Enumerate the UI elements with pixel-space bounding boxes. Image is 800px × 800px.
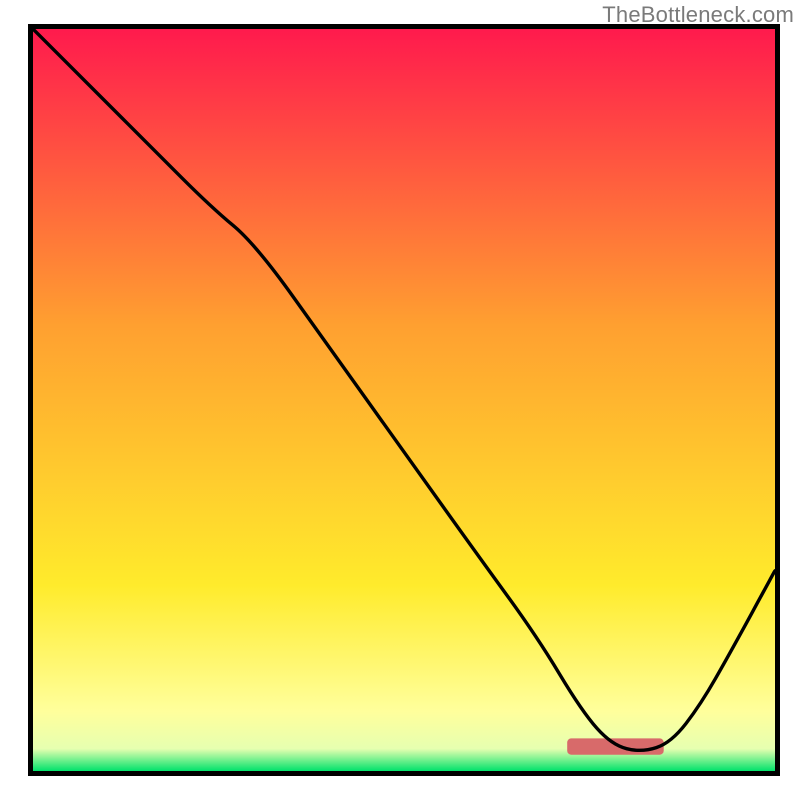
chart-frame: TheBottleneck.com [0,0,800,800]
watermark-text: TheBottleneck.com [602,2,794,28]
target-band-marker [567,738,664,754]
plot-area [28,24,780,776]
chart-svg [33,29,775,771]
